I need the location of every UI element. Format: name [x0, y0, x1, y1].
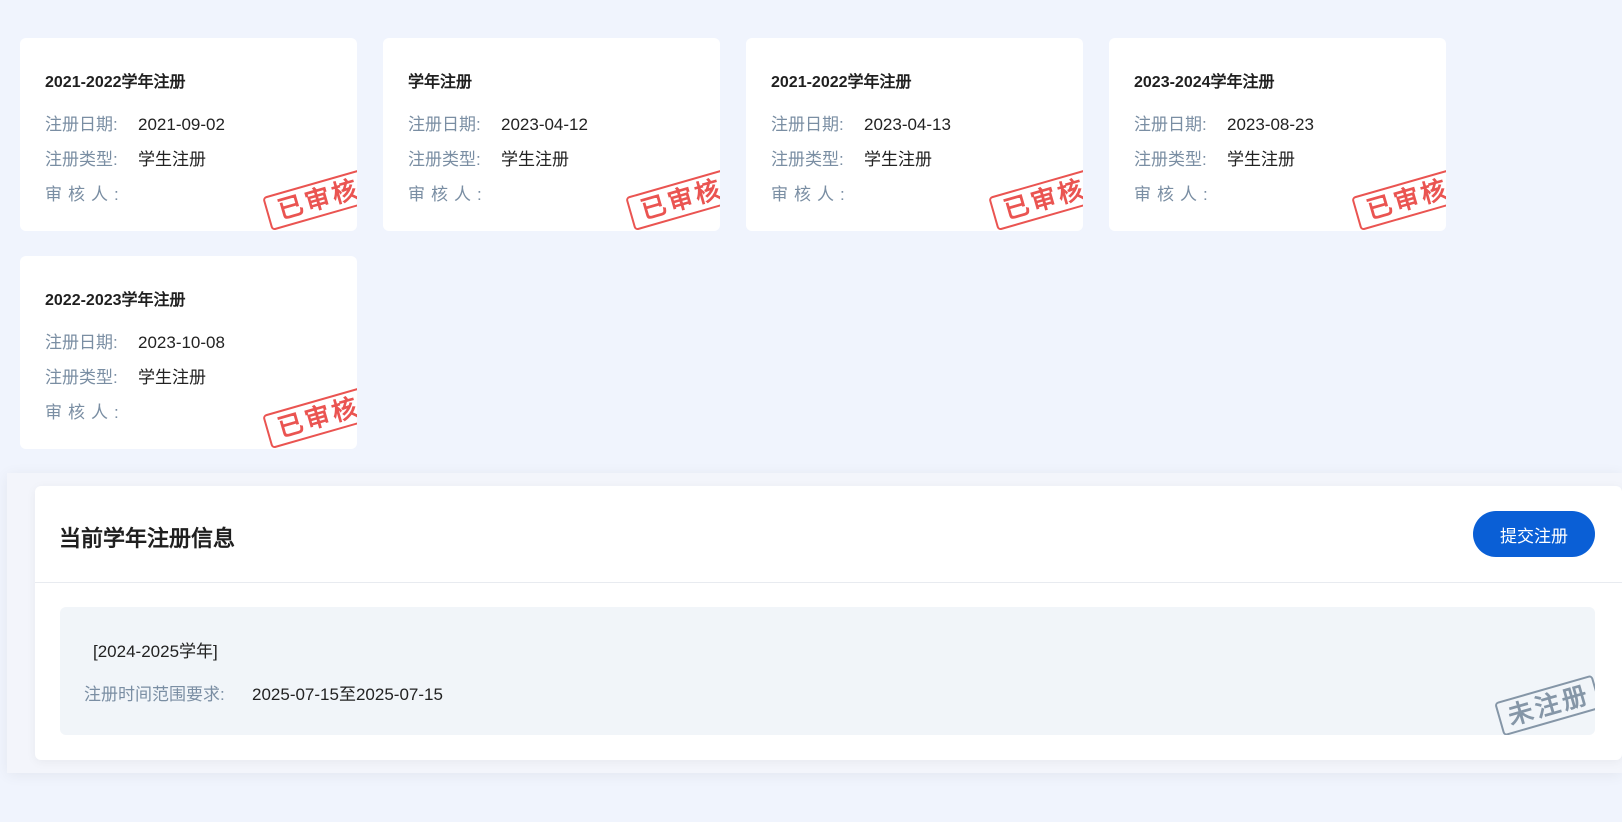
- card-reviewer-row: 审核人:: [1134, 180, 1214, 205]
- date-label: 注册日期:: [45, 115, 118, 134]
- reviewer-label: 审核人:: [771, 185, 851, 204]
- card-title: 学年注册: [408, 74, 473, 91]
- unregistered-stamp: 未注册: [1494, 674, 1595, 735]
- card-date-row: 注册日期: 2023-04-12: [408, 110, 588, 135]
- registration-card[interactable]: 学年注册 注册日期: 2023-04-12 注册类型: 学生注册 审核人: 已审核: [383, 38, 720, 231]
- date-label: 注册日期:: [771, 115, 844, 134]
- academic-year: [2024-2025学年]: [93, 642, 218, 661]
- card-type-row: 注册类型: 学生注册: [771, 145, 932, 170]
- date-value: 2021-09-02: [138, 115, 225, 134]
- panel-title: 当前学年注册信息: [59, 526, 236, 551]
- registration-card[interactable]: 2022-2023学年注册 注册日期: 2023-10-08 注册类型: 学生注册 …: [20, 256, 357, 449]
- card-type-row: 注册类型: 学生注册: [408, 145, 569, 170]
- card-date-row: 注册日期: 2023-08-23: [1134, 110, 1314, 135]
- date-value: 2023-08-23: [1227, 115, 1314, 134]
- type-value: 学生注册: [138, 368, 206, 387]
- reviewer-label: 审核人:: [45, 185, 125, 204]
- card-title: 2023-2024学年注册: [1134, 74, 1275, 91]
- type-value: 学生注册: [864, 150, 932, 169]
- card-title: 2022-2023学年注册: [45, 292, 186, 309]
- approved-stamp: 已审核: [625, 168, 720, 231]
- type-label: 注册类型:: [45, 368, 118, 387]
- card-type-row: 注册类型: 学生注册: [45, 363, 206, 388]
- reviewer-label: 审核人:: [1134, 185, 1214, 204]
- card-reviewer-row: 审核人:: [408, 180, 488, 205]
- registration-card[interactable]: 2021-2022学年注册 注册日期: 2023-04-13 注册类型: 学生注册 …: [746, 38, 1083, 231]
- card-type-row: 注册类型: 学生注册: [45, 145, 206, 170]
- date-value: 2023-10-08: [138, 333, 225, 352]
- type-value: 学生注册: [138, 150, 206, 169]
- card-date-row: 注册日期: 2023-10-08: [45, 328, 225, 353]
- date-value: 2023-04-12: [501, 115, 588, 134]
- type-value: 学生注册: [501, 150, 569, 169]
- reviewer-label: 审核人:: [45, 403, 125, 422]
- date-label: 注册日期:: [45, 333, 118, 352]
- submit-registration-button[interactable]: 提交注册: [1473, 511, 1595, 557]
- reviewer-label: 审核人:: [408, 185, 488, 204]
- approved-stamp: 已审核: [1351, 168, 1446, 231]
- type-label: 注册类型:: [45, 150, 118, 169]
- range-value: 2025-07-15至2025-07-15: [252, 685, 443, 704]
- approved-stamp: 已审核: [262, 386, 357, 449]
- card-date-row: 注册日期: 2021-09-02: [45, 110, 225, 135]
- range-label: 注册时间范围要求:: [84, 685, 225, 704]
- type-value: 学生注册: [1227, 150, 1295, 169]
- type-label: 注册类型:: [1134, 150, 1207, 169]
- panel-header: 当前学年注册信息 提交注册: [35, 486, 1622, 583]
- date-value: 2023-04-13: [864, 115, 951, 134]
- approved-stamp: 已审核: [988, 168, 1083, 231]
- current-registration-panel: 当前学年注册信息 提交注册 [2024-2025学年] 注册时间范围要求: 202…: [35, 486, 1622, 760]
- type-label: 注册类型:: [771, 150, 844, 169]
- registration-card[interactable]: 2023-2024学年注册 注册日期: 2023-08-23 注册类型: 学生注册 …: [1109, 38, 1446, 231]
- type-label: 注册类型:: [408, 150, 481, 169]
- current-year-info: [2024-2025学年] 注册时间范围要求: 2025-07-15至2025-0…: [60, 607, 1595, 735]
- registration-card[interactable]: 2021-2022学年注册 注册日期: 2021-09-02 注册类型: 学生注册 …: [20, 38, 357, 231]
- card-date-row: 注册日期: 2023-04-13: [771, 110, 951, 135]
- card-title: 2021-2022学年注册: [45, 74, 186, 91]
- card-type-row: 注册类型: 学生注册: [1134, 145, 1295, 170]
- card-title: 2021-2022学年注册: [771, 74, 912, 91]
- registration-range-row: 注册时间范围要求: 2025-07-15至2025-07-15: [84, 680, 443, 705]
- card-reviewer-row: 审核人:: [45, 180, 125, 205]
- card-reviewer-row: 审核人:: [45, 398, 125, 423]
- date-label: 注册日期:: [1134, 115, 1207, 134]
- card-reviewer-row: 审核人:: [771, 180, 851, 205]
- date-label: 注册日期:: [408, 115, 481, 134]
- approved-stamp: 已审核: [262, 168, 357, 231]
